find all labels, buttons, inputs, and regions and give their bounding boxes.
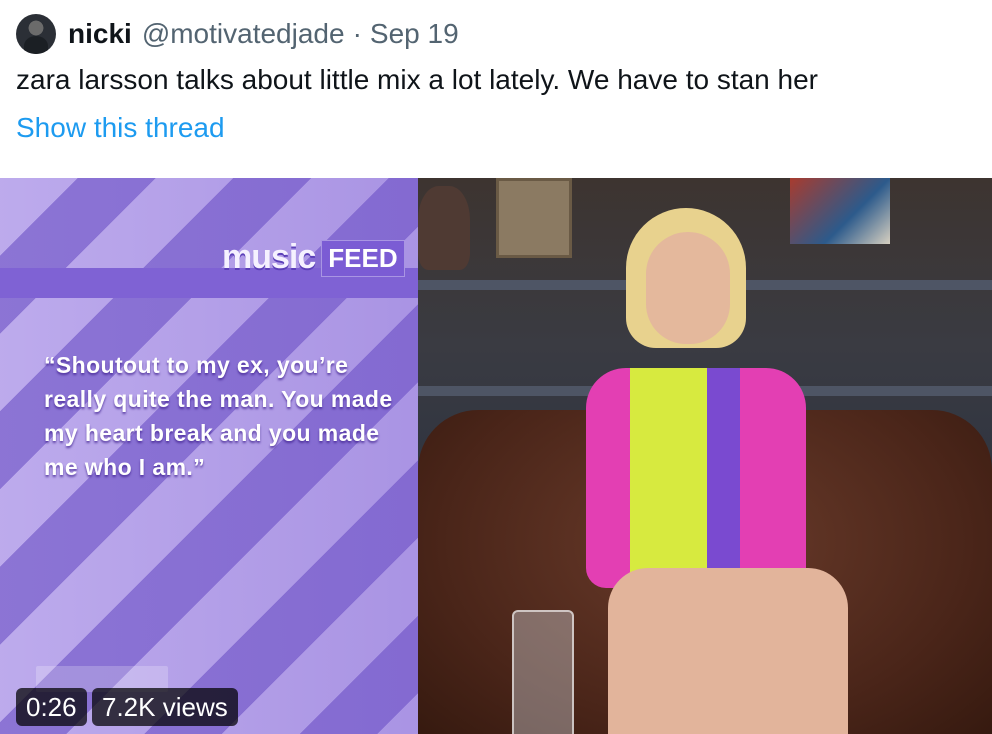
video-player[interactable]: music FEED “Shoutout to my ex, you’re re… (0, 178, 992, 734)
display-name[interactable]: nicki (68, 18, 132, 50)
quote-text: “Shoutout to my ex, you’re really quite … (44, 352, 393, 480)
music-feed-logo: music FEED (222, 238, 405, 277)
username-handle[interactable]: @motivatedjade (142, 18, 345, 50)
tweet-date[interactable]: Sep 19 (370, 18, 459, 50)
background-person (418, 186, 470, 270)
video-duration-badge: 0:26 (16, 688, 87, 726)
face (646, 232, 730, 344)
person-on-couch (568, 208, 848, 734)
video-frame (418, 178, 992, 734)
tweet-text: zara larsson talks about little mix a lo… (16, 64, 819, 95)
legs (608, 568, 848, 734)
show-thread-link[interactable]: Show this thread (16, 112, 225, 144)
separator-dot: · (352, 18, 362, 49)
colorful-top (586, 368, 806, 588)
avatar[interactable] (16, 14, 56, 54)
video-views-badge: 7.2K views (92, 688, 238, 726)
water-glass (512, 610, 574, 734)
video-overlay-panel: music FEED “Shoutout to my ex, you’re re… (0, 178, 420, 734)
logo-badge: FEED (321, 240, 405, 277)
tweet-header: nicki @motivatedjade · Sep 19 (16, 12, 459, 56)
logo-word: music (222, 238, 316, 276)
picture-frame (496, 178, 572, 258)
